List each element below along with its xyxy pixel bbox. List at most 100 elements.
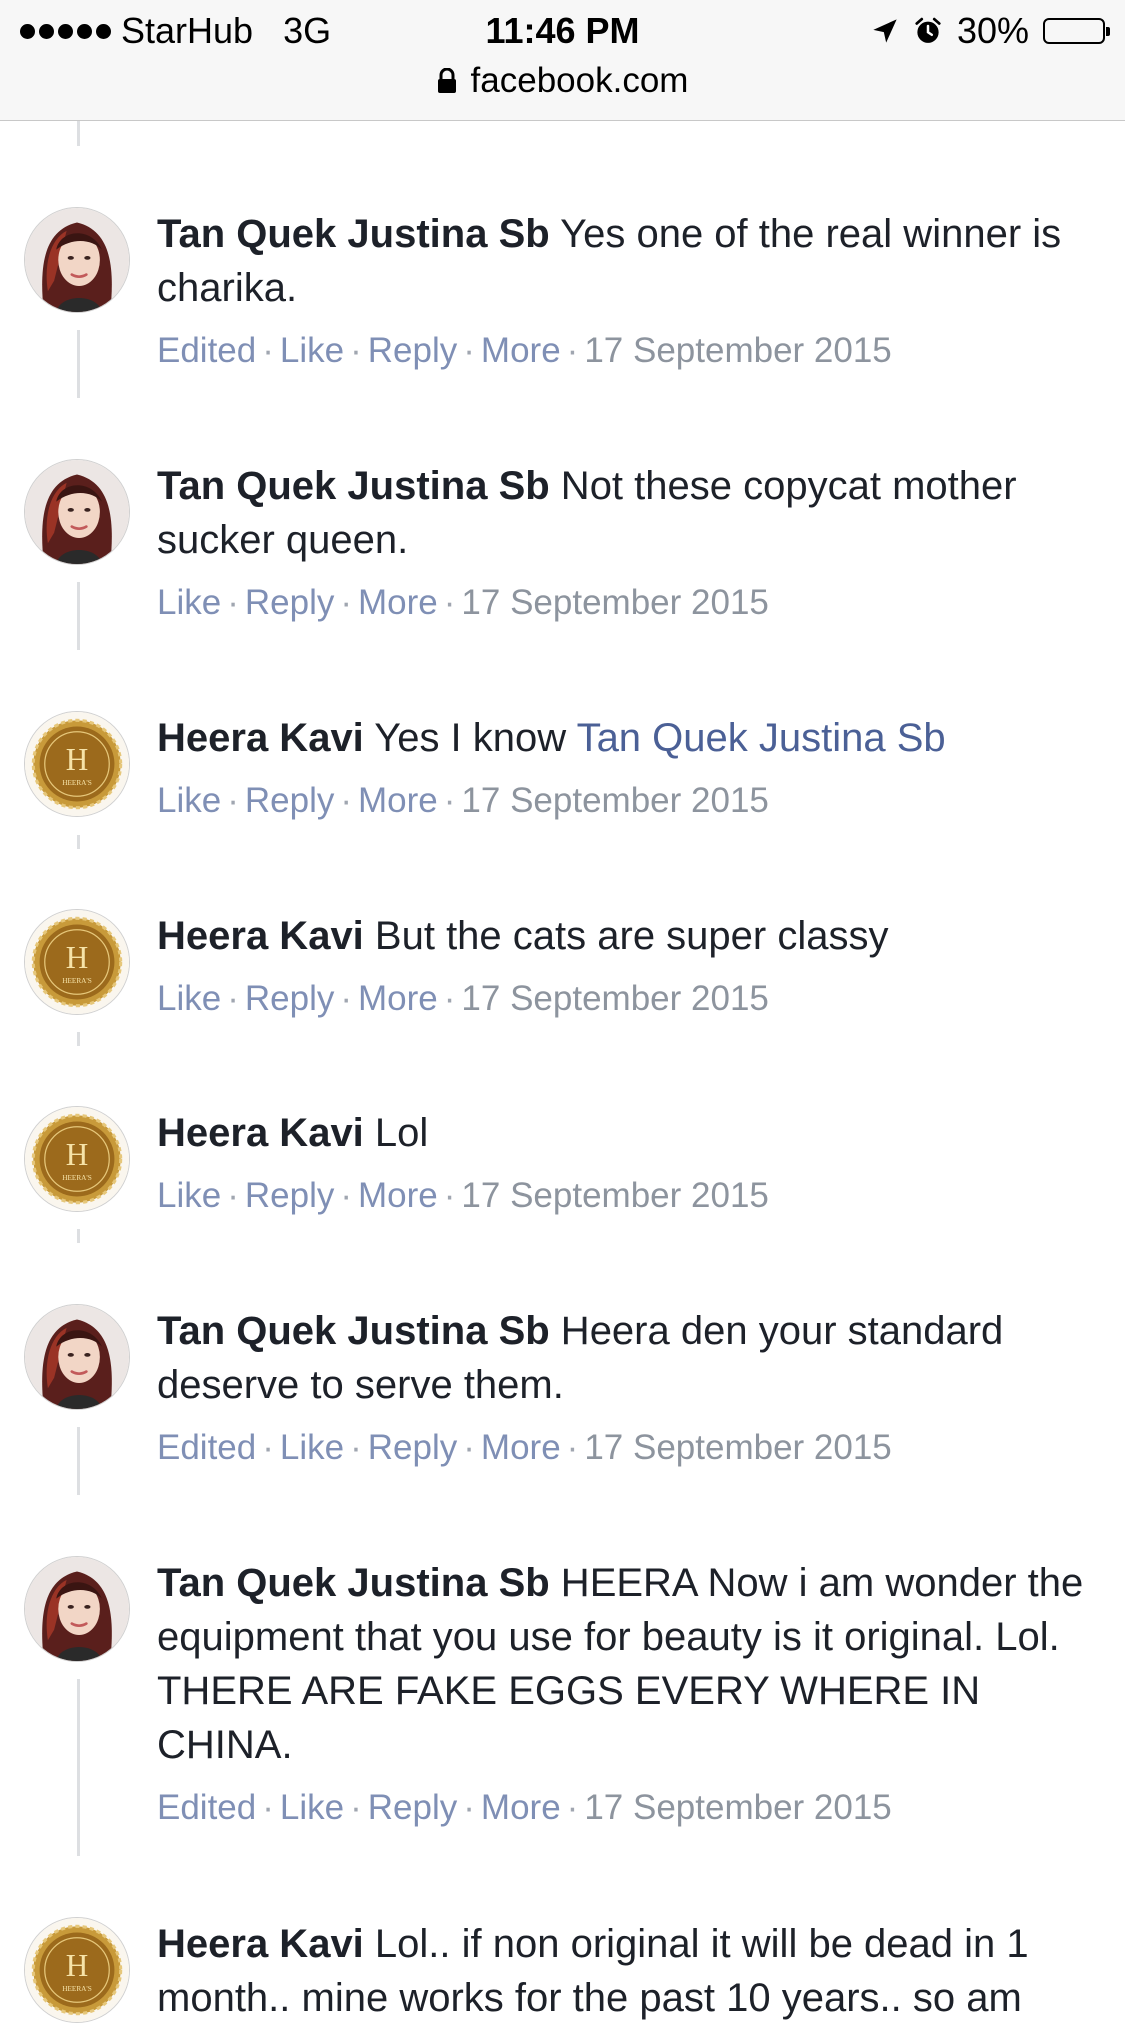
comment-text: Tan Quek Justina Sb Heera den your stand… <box>157 1304 1102 1412</box>
svg-text:HEERA'S: HEERA'S <box>62 779 92 787</box>
svg-text:HEERA'S: HEERA'S <box>62 1985 92 1993</box>
comment-text: Heera Kavi But the cats are super classy <box>157 909 1102 963</box>
like-button[interactable]: Like <box>157 781 221 820</box>
more-button[interactable]: More <box>481 331 561 370</box>
reply-button[interactable]: Reply <box>245 583 334 622</box>
comment-text: Heera Kavi Lol.. if non original it will… <box>157 1917 1102 2025</box>
profile-photo-logo: H HEERA'S <box>25 712 129 816</box>
profile-photo-woman <box>25 1557 129 1661</box>
comment-actions: Like · Reply · More · 17 September 2015 <box>157 583 769 622</box>
author-name[interactable]: Tan Quek Justina Sb <box>157 212 550 256</box>
comment-body: Tan Quek Justina Sb Heera den your stand… <box>157 1304 1102 1471</box>
comment-actions: Like · Reply · More · 17 September 2015 <box>157 1176 769 1215</box>
profile-photo-woman <box>25 208 129 312</box>
profile-photo-woman <box>25 460 129 564</box>
comment-actions: Like · Reply · More · 17 September 2015 <box>157 781 769 820</box>
comment-body: Heera Kavi Lol.. if non original it will… <box>157 1917 1102 2025</box>
carrier-name: StarHub <box>121 10 254 51</box>
comment-date[interactable]: 17 September 2015 <box>584 331 891 370</box>
comment-message: Lol <box>363 1111 429 1155</box>
more-button[interactable]: More <box>481 1788 561 1827</box>
comment-actions: Like · Reply · More · 17 September 2015 <box>157 979 769 1018</box>
thread-line <box>77 1229 80 1243</box>
comment-text: Tan Quek Justina Sb HEERA Now i am wonde… <box>157 1556 1102 1772</box>
reply-button[interactable]: Reply <box>368 331 457 370</box>
svg-text:H: H <box>66 1137 89 1172</box>
reply-button[interactable]: Reply <box>245 1176 334 1215</box>
avatar[interactable]: H HEERA'S <box>24 1106 130 1212</box>
author-name[interactable]: Heera Kavi <box>157 914 364 958</box>
more-button[interactable]: More <box>358 583 438 622</box>
avatar[interactable] <box>24 1556 130 1662</box>
more-button[interactable]: More <box>481 1428 561 1467</box>
like-button[interactable]: Like <box>157 1176 221 1215</box>
network-type: 3G <box>283 10 332 51</box>
svg-text:HEERA'S: HEERA'S <box>62 1174 92 1182</box>
reply-button[interactable]: Reply <box>245 979 334 1018</box>
status-right: 30% <box>871 8 1110 54</box>
signal-dots-icon <box>20 23 111 39</box>
author-name[interactable]: Tan Quek Justina Sb <box>157 1561 550 1605</box>
comment-date[interactable]: 17 September 2015 <box>584 1788 891 1827</box>
lock-icon <box>437 68 456 93</box>
battery-icon <box>1043 18 1110 44</box>
reply-button[interactable]: Reply <box>368 1428 457 1467</box>
author-name[interactable]: Heera Kavi <box>157 1922 364 1966</box>
status-bar: StarHub 3G 11:46 PM 30% facebook.com <box>0 0 1125 121</box>
like-button[interactable]: Like <box>280 1788 344 1827</box>
comment-actions: Edited · Like · Reply · More · 17 September 2015 <box>157 1788 892 1827</box>
comment-text: Heera Kavi Yes I know Tan Quek Justina S… <box>157 711 1102 765</box>
comment-body: Heera Kavi Yes I know Tan Quek Justina S… <box>157 711 1102 824</box>
comment-body: Heera Kavi But the cats are super classy… <box>157 909 1102 1022</box>
author-name[interactable]: Tan Quek Justina Sb <box>157 1309 550 1353</box>
comment-text: Tan Quek Justina Sb Not these copycat mo… <box>157 459 1102 567</box>
reply-button[interactable]: Reply <box>245 781 334 820</box>
avatar[interactable]: H HEERA'S <box>24 1917 130 2023</box>
thread-line <box>77 1679 80 1856</box>
address-bar[interactable]: facebook.com <box>0 58 1125 104</box>
thread-line <box>77 121 80 146</box>
url-text[interactable]: facebook.com <box>471 61 689 101</box>
thread-line <box>77 1032 80 1046</box>
avatar[interactable]: H HEERA'S <box>24 909 130 1015</box>
comment-body: Tan Quek Justina Sb HEERA Now i am wonde… <box>157 1556 1102 1831</box>
like-button[interactable]: Like <box>157 979 221 1018</box>
comment-date[interactable]: 17 September 2015 <box>461 583 768 622</box>
like-button[interactable]: Like <box>280 1428 344 1467</box>
comment-date[interactable]: 17 September 2015 <box>461 979 768 1018</box>
reply-button[interactable]: Reply <box>368 1788 457 1827</box>
edited-link[interactable]: Edited <box>157 1428 256 1467</box>
svg-text:H: H <box>66 1948 89 1983</box>
comment-message: But the cats are super classy <box>363 914 889 958</box>
like-button[interactable]: Like <box>280 331 344 370</box>
author-name[interactable]: Tan Quek Justina Sb <box>157 464 550 508</box>
author-name[interactable]: Heera Kavi <box>157 716 364 760</box>
avatar[interactable] <box>24 459 130 565</box>
thread-line <box>77 582 80 650</box>
comment-message: Yes I know <box>363 716 577 760</box>
profile-photo-logo: H HEERA'S <box>25 1918 129 2022</box>
more-button[interactable]: More <box>358 1176 438 1215</box>
comment-date[interactable]: 17 September 2015 <box>461 1176 768 1215</box>
more-button[interactable]: More <box>358 979 438 1018</box>
like-button[interactable]: Like <box>157 583 221 622</box>
battery-percent: 30% <box>956 10 1029 51</box>
thread-line <box>77 835 80 849</box>
edited-link[interactable]: Edited <box>157 331 256 370</box>
thread-line <box>77 330 80 398</box>
author-name[interactable]: Heera Kavi <box>157 1111 364 1155</box>
alarm-clock-icon <box>915 17 941 43</box>
avatar[interactable] <box>24 1304 130 1410</box>
thread-line <box>77 1427 80 1495</box>
comment-actions: Edited · Like · Reply · More · 17 September 2015 <box>157 331 892 370</box>
mention-link[interactable]: Tan Quek Justina Sb <box>577 716 946 760</box>
status-left: StarHub 3G <box>20 8 331 54</box>
more-button[interactable]: More <box>358 781 438 820</box>
comment-date[interactable]: 17 September 2015 <box>461 781 768 820</box>
avatar[interactable]: H HEERA'S <box>24 711 130 817</box>
svg-text:HEERA'S: HEERA'S <box>62 977 92 985</box>
edited-link[interactable]: Edited <box>157 1788 256 1827</box>
avatar[interactable] <box>24 207 130 313</box>
comment-date[interactable]: 17 September 2015 <box>584 1428 891 1467</box>
comment-actions: Edited · Like · Reply · More · 17 September 2015 <box>157 1428 892 1467</box>
